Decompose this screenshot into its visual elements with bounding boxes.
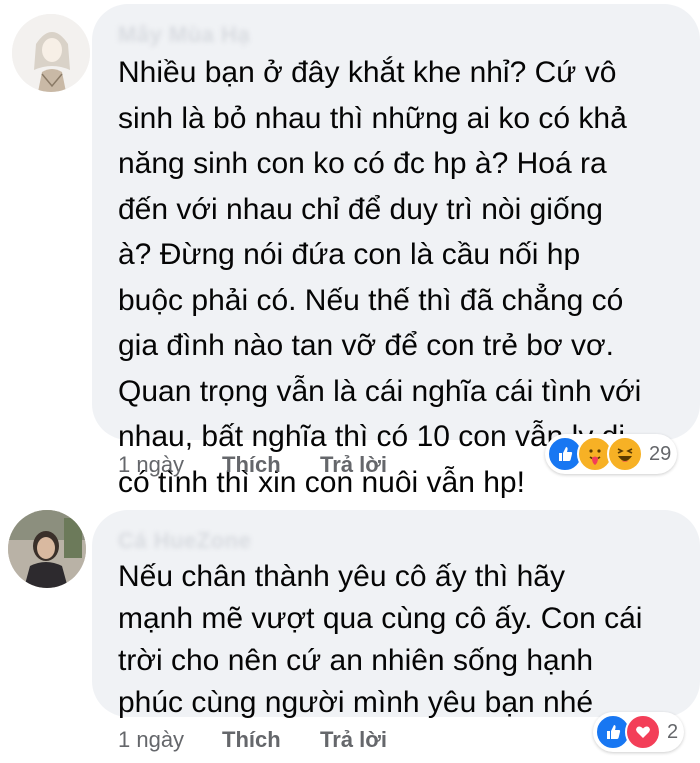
- avatar-image: [12, 14, 90, 92]
- avatar[interactable]: [12, 14, 90, 92]
- comment-actions: 1 ngày Thích Trả lời: [118, 727, 387, 753]
- haha-icon: [607, 436, 643, 472]
- comment-actions: 1 ngày Thích Trả lời: [118, 452, 387, 478]
- comment-author[interactable]: Cá HueZone: [118, 528, 251, 554]
- like-button[interactable]: Thích: [222, 452, 320, 478]
- comment-time[interactable]: 1 ngày: [118, 727, 222, 753]
- comment-bubble: Cá HueZone Nếu chân thành yêu cô ấy thì …: [92, 510, 700, 719]
- comment-time[interactable]: 1 ngày: [118, 452, 222, 478]
- love-icon: [625, 714, 661, 750]
- avatar[interactable]: [8, 510, 86, 588]
- reaction-count: 2: [667, 720, 679, 743]
- like-button[interactable]: Thích: [222, 727, 320, 753]
- avatar-image: [8, 510, 86, 588]
- reaction-count: 29: [649, 442, 672, 465]
- comment-author[interactable]: Mây Mùa Hạ: [118, 22, 250, 48]
- reply-button[interactable]: Trả lời: [320, 452, 387, 478]
- comment-bubble: Mây Mùa Hạ Nhiều bạn ở đây khắt khe nhỉ?…: [92, 4, 700, 499]
- reply-button[interactable]: Trả lời: [320, 727, 387, 753]
- comment-text: Nếu chân thành yêu cô ấy thì hãy mạnh mẽ…: [118, 560, 643, 719]
- reaction-summary[interactable]: 29: [545, 434, 678, 474]
- reaction-summary[interactable]: 2: [593, 712, 685, 752]
